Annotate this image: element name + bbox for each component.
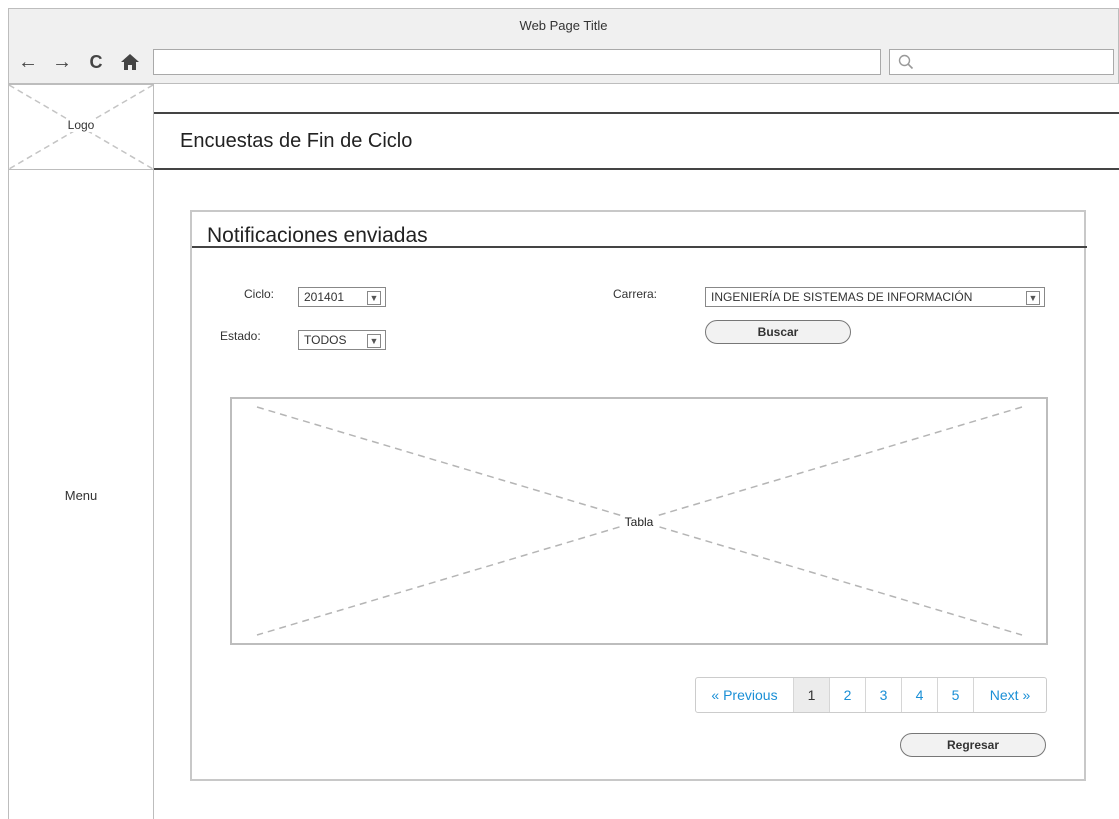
logo-label: Logo bbox=[65, 118, 97, 132]
pagination-page-4[interactable]: 4 bbox=[902, 678, 938, 712]
page-title: Encuestas de Fin de Ciclo bbox=[180, 130, 413, 152]
sidebar-menu[interactable]: Menu bbox=[8, 170, 154, 819]
table-placeholder-label: Tabla bbox=[622, 515, 656, 529]
search-icon bbox=[898, 54, 914, 70]
panel-title: Notificaciones enviadas bbox=[207, 224, 428, 247]
pagination: « Previous 1 2 3 4 5 Next » bbox=[695, 677, 1047, 713]
search-button-label: Buscar bbox=[757, 325, 799, 339]
browser-search-field[interactable] bbox=[889, 49, 1114, 75]
window-title: Web Page Title bbox=[519, 17, 608, 33]
sidebar-label: Menu bbox=[64, 488, 98, 503]
ciclo-value: 201401 bbox=[304, 290, 345, 304]
estado-label: Estado: bbox=[220, 329, 261, 343]
chevron-down-icon: ▼ bbox=[1026, 291, 1040, 305]
pagination-next[interactable]: Next » bbox=[974, 678, 1046, 712]
pagination-page-1[interactable]: 1 bbox=[794, 678, 830, 712]
carrera-value: INGENIERÍA DE SISTEMAS DE INFORMACIÓN bbox=[711, 290, 973, 304]
estado-select[interactable]: TODOS ▼ bbox=[298, 330, 386, 350]
logo-placeholder: Logo bbox=[8, 84, 154, 170]
ciclo-select[interactable]: 201401 ▼ bbox=[298, 287, 386, 307]
ciclo-label: Ciclo: bbox=[244, 287, 275, 301]
table-placeholder: Tabla bbox=[230, 397, 1048, 645]
back-button[interactable]: Regresar bbox=[900, 733, 1046, 757]
chevron-down-icon: ▼ bbox=[367, 334, 381, 348]
address-bar[interactable] bbox=[153, 49, 881, 75]
estado-value: TODOS bbox=[304, 333, 347, 347]
pagination-page-3[interactable]: 3 bbox=[866, 678, 902, 712]
pagination-page-5[interactable]: 5 bbox=[938, 678, 974, 712]
back-button-label: Regresar bbox=[946, 738, 1000, 752]
chevron-down-icon: ▼ bbox=[367, 291, 381, 305]
pagination-page-2[interactable]: 2 bbox=[830, 678, 866, 712]
search-button[interactable]: Buscar bbox=[705, 320, 851, 344]
pagination-previous[interactable]: « Previous bbox=[696, 678, 794, 712]
home-icon[interactable] bbox=[119, 50, 141, 74]
forward-arrow-icon[interactable]: → bbox=[51, 50, 73, 74]
carrera-label: Carrera: bbox=[613, 287, 658, 301]
back-arrow-icon[interactable]: ← bbox=[17, 50, 39, 74]
reload-icon[interactable]: C bbox=[85, 50, 107, 74]
browser-title-bar: Web Page Title bbox=[8, 8, 1119, 42]
carrera-select[interactable]: INGENIERÍA DE SISTEMAS DE INFORMACIÓN ▼ bbox=[705, 287, 1045, 307]
panel-title-divider bbox=[192, 246, 1087, 248]
